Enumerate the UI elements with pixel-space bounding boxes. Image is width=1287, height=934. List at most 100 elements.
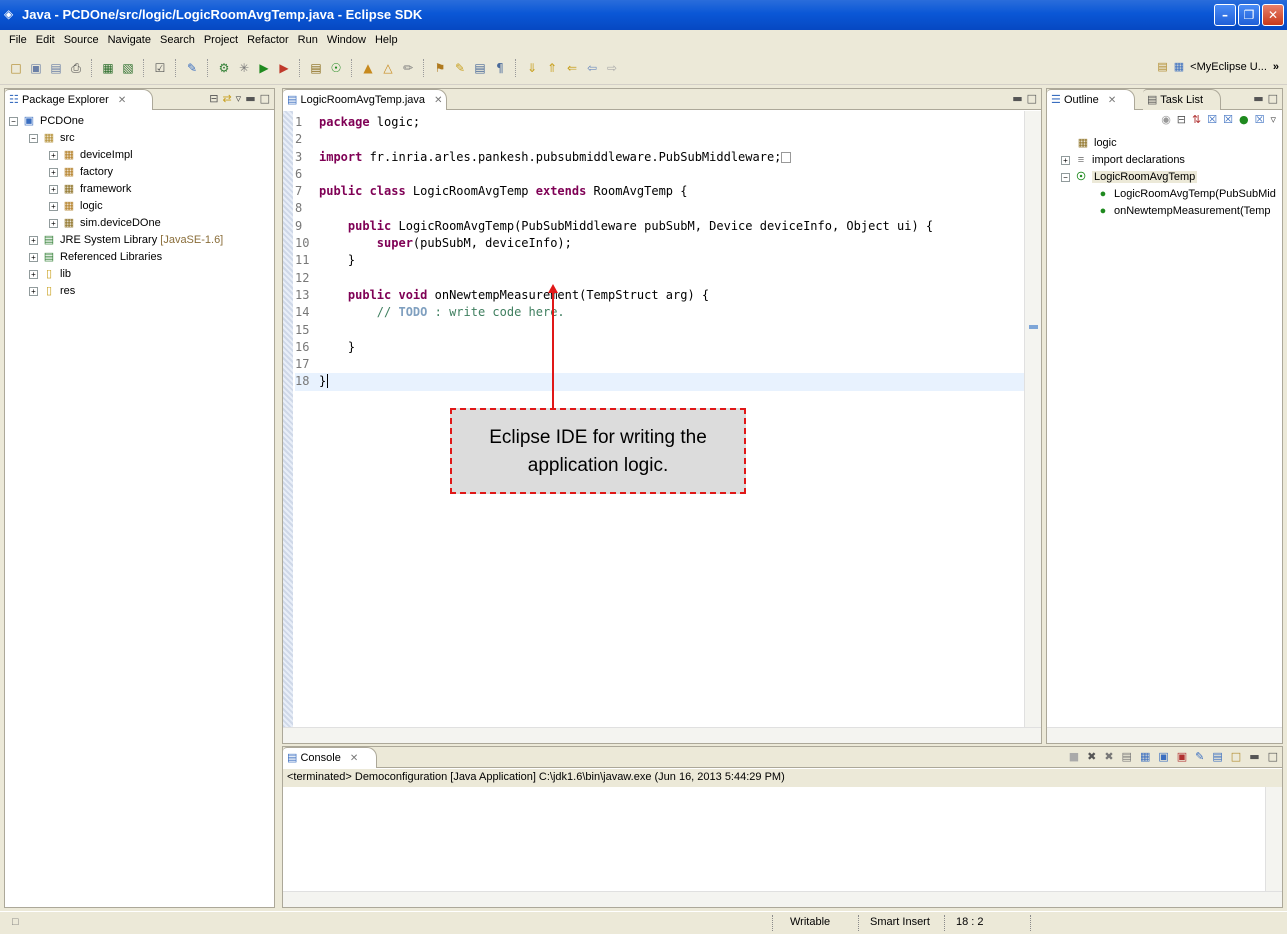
tree-item-project[interactable]: − ▣ PCDOne [9,113,270,130]
external-tools-icon[interactable]: ▶ [276,60,292,76]
close-icon[interactable]: ✕ [350,753,358,764]
block-select-icon[interactable]: ▤ [472,60,488,76]
tree-item-package[interactable]: + ▦ logic [9,198,270,215]
editor-horizontal-scrollbar[interactable] [283,727,1041,743]
perspective-label[interactable]: <MyEclipse U... [1190,61,1267,73]
scroll-lock-icon[interactable]: ▦ [1140,750,1150,763]
collapse-icon[interactable]: − [29,133,38,143]
outline-item-constructor[interactable]: ● LogicRoomAvgTemp(PubSubMid [1051,186,1278,203]
perspective-switcher[interactable]: ▤ ▦ <MyEclipse U... » [1157,60,1279,74]
print-icon[interactable]: ⎙ [68,60,84,76]
overview-marker[interactable] [1029,325,1038,329]
public-filter-icon[interactable]: ● [1239,113,1249,126]
console-output[interactable] [283,787,1265,891]
maximize-view-icon[interactable]: □ [260,92,270,105]
console-vertical-scrollbar[interactable] [1265,787,1282,891]
hide-local-types-icon[interactable]: ☒ [1255,113,1265,126]
close-icon[interactable]: ✕ [434,95,442,106]
menu-window[interactable]: Window [324,30,372,51]
server-icon[interactable]: ▦ [100,60,116,76]
remove-launch-icon[interactable]: ✖ [1087,750,1096,763]
open-type-icon[interactable]: ✎ [184,60,200,76]
minimize-view-icon[interactable]: ▬ [1249,750,1259,763]
tree-item-referenced[interactable]: + ▤ Referenced Libraries [9,249,270,266]
close-button[interactable]: ✕ [1262,4,1284,26]
show-error-icon[interactable]: ▣ [1177,750,1187,763]
last-edit-icon[interactable]: ⇐ [564,60,580,76]
highlight-icon[interactable]: ✎ [452,60,468,76]
view-menu-icon[interactable]: ▿ [1270,113,1276,126]
console-horizontal-scrollbar[interactable] [283,891,1282,907]
menu-search[interactable]: Search [157,30,201,51]
tree-item-src[interactable]: − ▦ src [9,130,270,147]
tab-task-list[interactable]: ▤ Task List [1143,89,1221,110]
hide-static-icon[interactable]: ☒ [1207,113,1217,126]
tree-item-package[interactable]: + ▦ factory [9,164,270,181]
expand-icon[interactable]: + [49,184,58,194]
menu-navigate[interactable]: Navigate [105,30,157,51]
collapse-icon[interactable]: − [9,116,18,126]
menu-run[interactable]: Run [295,30,324,51]
expand-icon[interactable]: + [29,269,38,279]
outline-horizontal-scrollbar[interactable] [1047,727,1282,743]
menu-edit[interactable]: Edit [33,30,61,51]
maximize-view-icon[interactable]: □ [1027,92,1037,105]
open-folder-icon[interactable]: ▲ [360,60,376,76]
prev-annotation-icon[interactable]: ⇑ [544,60,560,76]
minimize-view-icon[interactable]: ▬ [245,92,255,105]
tree-item-folder[interactable]: + ▯ lib [9,266,270,283]
back-icon[interactable]: ⇦ [584,60,600,76]
tab-package-explorer[interactable]: ☷ Package Explorer ✕ [5,89,153,110]
whitespace-icon[interactable]: ¶ [492,60,508,76]
outline-item-package[interactable]: ▦ logic [1051,135,1278,152]
clear-console-icon[interactable]: ▤ [1122,750,1132,763]
open-console-icon[interactable]: □ [1231,750,1241,763]
hide-nonpublic-icon[interactable]: ☒ [1223,113,1233,126]
open-file-icon[interactable]: △ [380,60,396,76]
minimize-view-icon[interactable]: ▬ [1253,92,1263,105]
expand-icon[interactable]: + [29,252,38,262]
show-output-icon[interactable]: ▣ [1158,750,1168,763]
maximize-view-icon[interactable]: □ [1268,92,1278,105]
code-area[interactable]: 1 package logic; 2 3 import fr.inria.arles… [295,114,1029,391]
minimize-view-icon[interactable]: ▬ [1012,92,1022,105]
maximize-view-icon[interactable]: □ [1268,750,1278,763]
bug-icon[interactable]: ✳ [236,60,252,76]
run-icon[interactable]: ▶ [256,60,272,76]
outline-item-imports[interactable]: + ≡ import declarations [1051,152,1278,169]
view-menu-icon[interactable]: ▿ [236,92,242,105]
collapse-all-icon[interactable]: ⊟ [1177,113,1186,126]
tab-outline[interactable]: ☰ Outline ✕ [1047,89,1135,110]
link-editor-icon[interactable]: ⇄ [222,92,231,105]
save-icon[interactable]: ▣ [28,60,44,76]
outline-item-method[interactable]: ● onNewtempMeasurement(Temp [1051,203,1278,220]
fast-view-icon[interactable]: □ [12,916,19,928]
expand-icon[interactable]: + [29,286,38,296]
terminate-icon[interactable]: ■ [1069,750,1079,763]
expand-icon[interactable]: + [49,167,58,177]
display-console-icon[interactable]: ▤ [1212,750,1222,763]
tab-console[interactable]: ▤ Console ✕ [283,747,377,768]
expand-icon[interactable]: + [49,201,58,211]
collapse-all-icon[interactable]: ⊟ [209,92,218,105]
collapse-icon[interactable]: − [1061,172,1070,182]
remove-all-icon[interactable]: ✖ [1104,750,1113,763]
minimize-button[interactable]: – [1214,4,1236,26]
menu-help[interactable]: Help [372,30,404,51]
tree-item-jre[interactable]: + ▤ JRE System Library [JavaSE-1.6] [9,232,270,249]
open-perspective-icon[interactable]: ▤ [1157,60,1167,73]
tree-item-package[interactable]: + ▦ sim.deviceDOne [9,215,270,232]
new-class-icon[interactable]: ☉ [328,60,344,76]
save-all-icon[interactable]: ▤ [48,60,64,76]
next-annotation-icon[interactable]: ⇓ [524,60,540,76]
debug-icon[interactable]: ⚙ [216,60,232,76]
tab-editor-file[interactable]: ▤ LogicRoomAvgTemp.java ✕ [283,89,447,110]
forward-icon[interactable]: ⇨ [604,60,620,76]
tree-item-package[interactable]: + ▦ framework [9,181,270,198]
hide-fields-icon[interactable]: ◉ [1161,113,1171,126]
expand-icon[interactable]: + [49,218,58,228]
menu-file[interactable]: File [6,30,33,51]
outline-item-class[interactable]: − ☉ LogicRoomAvgTemp [1051,169,1278,186]
expand-icon[interactable]: + [29,235,38,245]
checkbox-icon[interactable]: ☑ [152,60,168,76]
